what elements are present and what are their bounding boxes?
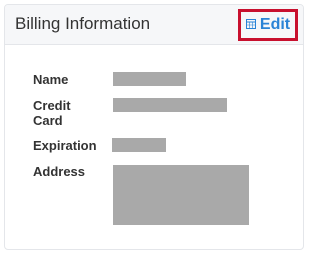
edit-label: Edit (259, 16, 291, 33)
name-label: Name (33, 72, 69, 87)
credit-card-value-redacted (113, 98, 227, 112)
billing-information-card: Billing Information Edit Name Credit Car… (4, 4, 304, 250)
calendar-icon (245, 19, 256, 29)
card-title: Billing Information (15, 14, 151, 33)
credit-card-label: Credit Card (33, 98, 71, 128)
address-label: Address (33, 164, 86, 179)
address-value-redacted (113, 165, 249, 225)
expiration-label: Expiration (33, 138, 97, 153)
card-header: Billing Information Edit (5, 5, 303, 45)
name-value-redacted (113, 72, 186, 86)
edit-button[interactable]: Edit (238, 9, 298, 41)
expiration-value-redacted (112, 138, 166, 152)
